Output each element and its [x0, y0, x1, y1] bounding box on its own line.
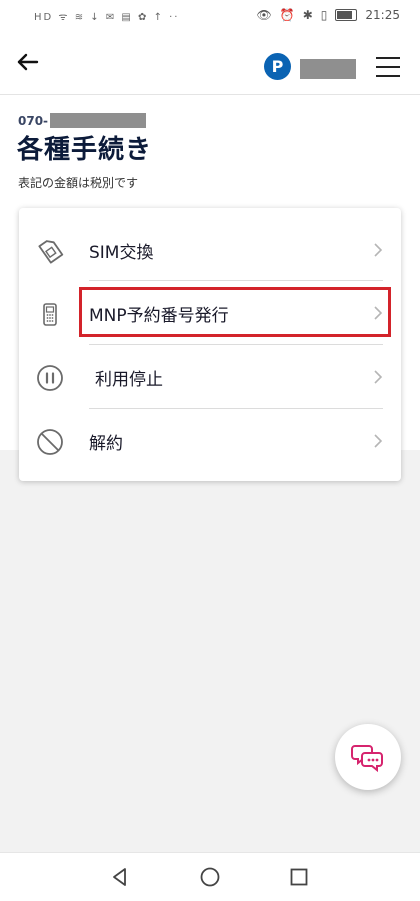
arrow-left-icon[interactable] [14, 48, 42, 76]
square-recents-icon[interactable] [287, 865, 311, 889]
redacted-phone-number [50, 113, 147, 128]
status-time: 21:25 [365, 8, 400, 22]
system-nav-bar [0, 852, 420, 901]
pause-icon [37, 365, 63, 391]
menu-item-label: 利用停止 [95, 370, 163, 390]
status-indicators: HD ᯤ ≋ ↓ ✉ ▤ ✿ ↑ ·· [34, 12, 180, 23]
mobile-phone-icon [43, 303, 57, 326]
circle-home-icon[interactable] [198, 865, 222, 889]
app-header: P [0, 32, 420, 95]
status-right: 👁 ⏰ ✱ ▯ 21:25 [257, 8, 400, 22]
triangle-back-icon[interactable] [108, 865, 132, 889]
menu-item-sim-exchange[interactable]: SIM交換 [19, 218, 401, 281]
phone-prefix: 070- [18, 113, 49, 128]
procedures-card: SIM交換 MNP予約番号発行 利用停止 解約 [19, 208, 401, 481]
cancel-icon [37, 429, 63, 455]
sim-card-icon [38, 240, 64, 264]
eye-comfort-icon: 👁 [256, 8, 272, 22]
redacted-points-value [300, 59, 356, 79]
chevron-right-icon [374, 434, 383, 448]
page-title: 各種手続き [17, 135, 153, 165]
chat-fab-button[interactable] [335, 724, 401, 790]
points-badge-icon[interactable]: P [264, 53, 291, 80]
battery-fill [337, 11, 353, 19]
chevron-right-icon [374, 370, 383, 384]
menu-item-cancel-contract[interactable]: 解約 [19, 409, 401, 472]
status-bar: HD ᯤ ≋ ↓ ✉ ▤ ✿ ↑ ·· 👁 ⏰ ✱ ▯ 21:25 [0, 0, 420, 32]
tax-note: 表記の金額は税別です [18, 176, 139, 190]
menu-item-suspend[interactable]: 利用停止 [19, 345, 401, 408]
menu-item-label: SIM交換 [89, 243, 154, 263]
vibrate-icon: ▯ [320, 8, 328, 22]
chat-bubbles-icon [351, 745, 383, 773]
phone-number: 070- [18, 113, 147, 128]
alarm-icon: ⏰ [279, 8, 295, 22]
hamburger-menu-icon[interactable] [376, 57, 400, 77]
battery-icon [335, 9, 358, 21]
chevron-right-icon [374, 243, 383, 257]
highlight-box [79, 287, 391, 337]
bluetooth-icon: ✱ [302, 8, 313, 22]
menu-item-label: 解約 [89, 434, 123, 454]
